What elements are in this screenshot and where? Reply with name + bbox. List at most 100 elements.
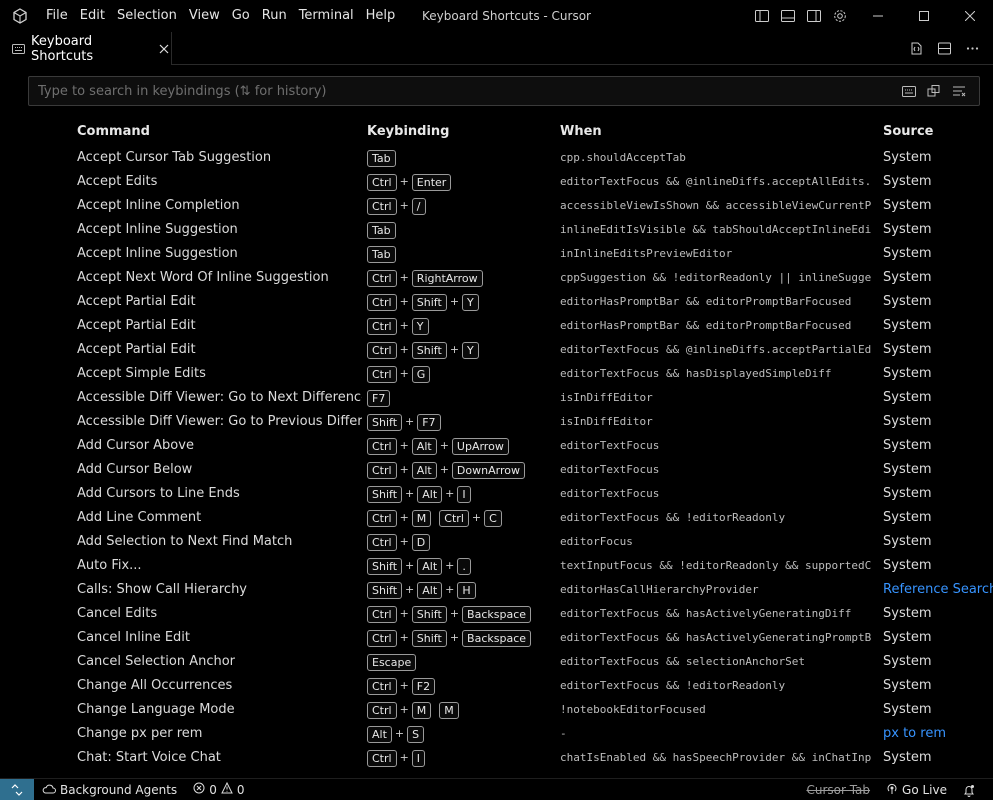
keybinding-cell[interactable]: Ctrl + D (367, 530, 557, 554)
menu-go[interactable]: Go (226, 0, 256, 32)
menu-view[interactable]: View (183, 0, 226, 32)
key-chord: Ctrl + M (367, 698, 432, 722)
table-row[interactable]: Accept Inline Suggestion Tab inInlineEdits… (0, 242, 993, 266)
keybinding-cell[interactable]: Ctrl + / (367, 194, 557, 218)
key-plus: + (445, 487, 455, 500)
table-row[interactable]: Change All Occurrences Ctrl + F2 editorTextF… (0, 674, 993, 698)
keybinding-cell[interactable]: Ctrl + Shift + Backspace (367, 602, 557, 626)
keycap: M (411, 701, 432, 719)
table-row[interactable]: Change Language Mode Ctrl + M M !notebookEdit… (0, 698, 993, 722)
minimize-icon[interactable] (855, 0, 901, 32)
cursor-tab-status[interactable]: Cursor Tab (798, 783, 878, 797)
keybinding-cell[interactable]: Ctrl + Alt + UpArrow (367, 434, 557, 458)
source-link[interactable]: Reference Search V (883, 578, 993, 602)
keybinding-cell[interactable]: Ctrl + Enter (367, 170, 557, 194)
table-row[interactable]: Change px per rem Alt + S - px to rem (0, 722, 993, 746)
table-row[interactable]: Add Cursor Above Ctrl + Alt + UpArrow editorTe… (0, 434, 993, 458)
open-keybindings-json-icon[interactable] (907, 40, 925, 58)
keybinding-cell[interactable]: F7 (367, 386, 557, 410)
menu-selection[interactable]: Selection (111, 0, 183, 32)
maximize-icon[interactable] (901, 0, 947, 32)
go-live-button[interactable]: Go Live (878, 783, 955, 798)
toggle-primary-sidebar-icon[interactable] (752, 6, 772, 26)
split-editor-icon[interactable] (935, 40, 953, 58)
keybinding-cell[interactable]: Ctrl + I (367, 746, 557, 770)
keybinding-cell[interactable]: Shift + Alt + I (367, 482, 557, 506)
keybinding-cell[interactable]: Tab (367, 218, 557, 242)
table-row[interactable]: Add Cursors to Line Ends Shift + Alt + Iedito… (0, 482, 993, 506)
menu-run[interactable]: Run (256, 0, 293, 32)
keybinding-cell[interactable]: Ctrl + M M (367, 698, 557, 722)
table-row[interactable]: Add Line Comment Ctrl + M Ctrl + CeditorTextFo… (0, 506, 993, 530)
table-row[interactable]: Add Selection to Next Find Match Ctrl + Ded… (0, 530, 993, 554)
keybinding-cell[interactable]: Shift + Alt +. (367, 554, 557, 578)
toggle-secondary-sidebar-icon[interactable] (804, 6, 824, 26)
keybinding-cell[interactable]: Ctrl + Shift + Y (367, 338, 557, 362)
remote-indicator-icon[interactable] (0, 778, 34, 800)
table-row[interactable]: Accessible Diff Viewer: Go to Next Diffe… (0, 386, 993, 410)
keybinding-cell[interactable]: Shift + Alt + H (367, 578, 557, 602)
table-row[interactable]: Chat: Start Voice Chat Ctrl + IchatIsEnable… (0, 746, 993, 770)
table-row[interactable]: Accept Next Word Of Inline Suggestion Ctr… (0, 266, 993, 290)
menu-edit[interactable]: Edit (74, 0, 111, 32)
window-controls (855, 0, 993, 32)
keybinding-cell[interactable]: Tab (367, 146, 557, 170)
layout-controls (752, 0, 850, 32)
table-row[interactable]: Cancel Selection Anchor Escape editorTextF… (0, 650, 993, 674)
close-window-icon[interactable] (947, 0, 993, 32)
keybinding-cell[interactable]: Shift + F7 (367, 410, 557, 434)
menu-help[interactable]: Help (360, 0, 402, 32)
table-row[interactable]: Accept Partial Edit Ctrl + Shift + YeditorHas… (0, 290, 993, 314)
table-row[interactable]: Accept Inline Completion Ctrl + / accessible… (0, 194, 993, 218)
table-row[interactable]: Auto Fix... Shift + Alt +. textInputFocus && … (0, 554, 993, 578)
column-header-keybinding[interactable]: Keybinding (367, 124, 449, 139)
column-header-command[interactable]: Command (77, 124, 150, 139)
table-row[interactable]: Accessible Diff Viewer: Go to Previous D… (0, 410, 993, 434)
command-cell: Accept Inline Suggestion (77, 222, 238, 237)
keybinding-cell[interactable]: Ctrl + F2 (367, 674, 557, 698)
when-cell: inlineEditIsVisible && tabShouldAcceptIn… (560, 223, 872, 236)
record-keys-icon[interactable] (900, 83, 917, 100)
keycap: Ctrl (367, 269, 397, 287)
table-row[interactable]: Accept Partial Edit Ctrl + YeditorHasPrompt… (0, 314, 993, 338)
column-header-source[interactable]: Source (883, 124, 933, 139)
keybinding-cell[interactable]: Ctrl + Shift + Backspace (367, 626, 557, 650)
table-row[interactable]: Accept Edits Ctrl + Enter editorTextFocus &&… (0, 170, 993, 194)
sort-by-precedence-icon[interactable] (925, 83, 942, 100)
keybinding-cell[interactable]: Ctrl + RightArrow (367, 266, 557, 290)
menu-file[interactable]: File (40, 0, 74, 32)
table-row[interactable]: Accept Cursor Tab Suggestion Tab cpp.shoul… (0, 146, 993, 170)
table-row[interactable]: Cancel Edits Ctrl + Shift + Backspace editorTe… (0, 602, 993, 626)
keybinding-cell[interactable]: Alt + S (367, 722, 557, 746)
keybinding-cell[interactable]: Ctrl + G (367, 362, 557, 386)
source-link[interactable]: px to rem (883, 722, 993, 746)
keycap: Backspace (462, 629, 532, 647)
tab-keyboard-shortcuts[interactable]: Keyboard Shortcuts (0, 32, 172, 65)
problems-indicator[interactable]: 0 0 (185, 781, 252, 797)
toggle-panel-icon[interactable] (778, 6, 798, 26)
keybinding-cell[interactable]: Ctrl + M Ctrl + C (367, 506, 557, 530)
table-row[interactable]: Cancel Inline Edit Ctrl + Shift + Backspace ed… (0, 626, 993, 650)
table-row[interactable]: Calls: Show Call Hierarchy Shift + Alt + Hedi… (0, 578, 993, 602)
notifications-bell-icon[interactable] (955, 784, 983, 797)
keybindings-search-input[interactable] (29, 83, 900, 99)
keybinding-cell[interactable]: Ctrl + Shift + Y (367, 290, 557, 314)
keycap: Tab (367, 221, 396, 239)
keybinding-cell[interactable]: Tab (367, 242, 557, 266)
table-row[interactable]: Add Cursor Below Ctrl + Alt + DownArrow editor… (0, 458, 993, 482)
table-row[interactable]: Accept Inline Suggestion Tab inlineEditIsV… (0, 218, 993, 242)
column-header-when[interactable]: When (560, 124, 602, 139)
key-chord: M (439, 701, 459, 719)
more-actions-icon[interactable] (963, 40, 981, 58)
table-row[interactable]: Accept Simple Edits Ctrl + GeditorTextFocus… (0, 362, 993, 386)
keybinding-cell[interactable]: Ctrl + Alt + DownArrow (367, 458, 557, 482)
keybinding-cell[interactable]: Ctrl + Y (367, 314, 557, 338)
clear-search-icon[interactable] (950, 83, 967, 100)
keybinding-cell[interactable]: Escape (367, 650, 557, 674)
menu-terminal[interactable]: Terminal (293, 0, 360, 32)
command-cell: Accessible Diff Viewer: Go to Previous D… (77, 414, 362, 429)
table-row[interactable]: Accept Partial Edit Ctrl + Shift + YeditorTex… (0, 338, 993, 362)
settings-gear-icon[interactable] (830, 6, 850, 26)
close-icon[interactable] (157, 41, 172, 57)
background-agents[interactable]: Background Agents (34, 783, 185, 797)
